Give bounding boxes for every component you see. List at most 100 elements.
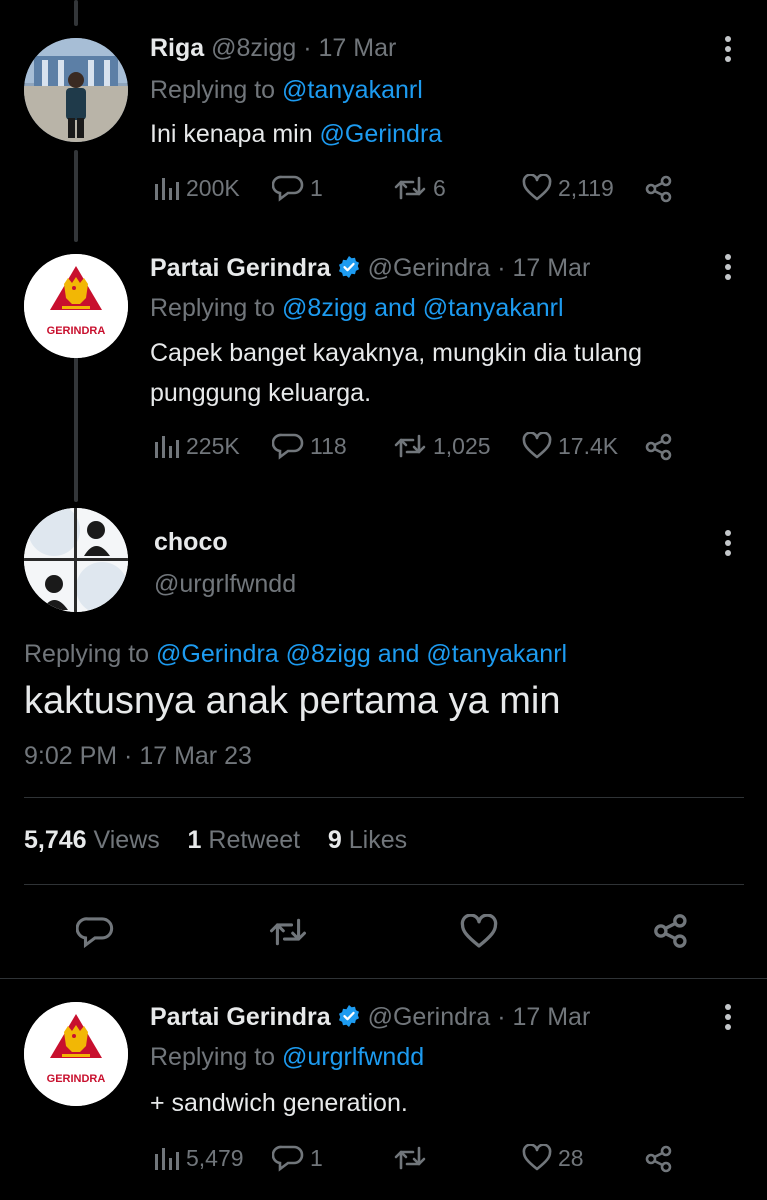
retweet-button[interactable] (393, 1144, 427, 1172)
likes-stat-count: 9 (327, 826, 342, 854)
tweet-text: + sandwich generation. (150, 1089, 408, 1117)
views-stat-label: Views (86, 826, 160, 854)
engagement-stats: 5,746 Views 1 Retweet 9 Likes (24, 826, 407, 855)
main-share-button[interactable] (652, 912, 690, 950)
thread-line-top (74, 0, 78, 26)
avatar-riga[interactable] (24, 38, 128, 142)
tweet-date[interactable]: · 17 Mar (303, 34, 396, 62)
avatar-gerindra[interactable]: GERINDRA (24, 1002, 128, 1106)
like-button[interactable]: 28 (522, 1144, 584, 1172)
like-button[interactable]: 17.4K (522, 432, 618, 460)
heart-icon (522, 174, 552, 201)
retweets-stat[interactable]: 1 Retweet (188, 826, 301, 854)
main-retweet-button[interactable] (268, 914, 308, 950)
heart-icon (522, 1144, 552, 1171)
replying-prefix: Replying to (150, 1043, 283, 1071)
share-button[interactable] (644, 1144, 674, 1174)
more-options-icon[interactable] (718, 252, 738, 282)
reply-count: 1 (310, 1144, 323, 1171)
divider (0, 978, 767, 979)
reply-button[interactable]: 1 (272, 1144, 323, 1172)
replying-to-link[interactable]: @tanyakanrl (282, 76, 423, 104)
views-count: 200K (186, 174, 240, 201)
main-tweet-text: kaktusnya anak pertama ya min (24, 680, 561, 722)
views-count: 5,479 (186, 1144, 244, 1171)
logo-text: GERINDRA (47, 1073, 106, 1085)
share-button[interactable] (644, 174, 674, 204)
replying-to: Replying to @8zigg and @tanyakanrl (150, 294, 564, 323)
reply-count: 118 (310, 432, 347, 459)
like-count: 28 (558, 1144, 584, 1171)
author-name[interactable]: Partai Gerindra (150, 1003, 331, 1031)
retweets-stat-count: 1 (187, 826, 202, 854)
retweet-count: 1,025 (433, 432, 491, 459)
views-icon (155, 1148, 179, 1170)
thread-line-1 (74, 150, 78, 242)
reply-button[interactable]: 118 (272, 432, 347, 460)
views-button[interactable]: 225K (152, 432, 240, 460)
main-author-name-wrap: choco (154, 528, 228, 557)
share-icon (645, 175, 672, 203)
mention-link[interactable]: @Gerindra (320, 120, 443, 148)
views-stat-count: 5,746 (24, 826, 87, 854)
views-icon (155, 436, 179, 458)
replying-to-link[interactable]: @urgrlfwndd (282, 1043, 424, 1071)
retweet-button[interactable]: 6 (393, 174, 446, 202)
author-handle[interactable]: @Gerindra (368, 254, 491, 282)
retweet-icon (394, 434, 426, 458)
like-button[interactable]: 2,119 (522, 174, 614, 202)
more-options-icon[interactable] (718, 528, 738, 558)
share-button[interactable] (644, 432, 674, 462)
retweet-icon (394, 176, 426, 200)
views-stat[interactable]: 5,746 Views (24, 826, 160, 854)
main-tweet-timestamp[interactable]: 9:02 PM · 17 Mar 23 (24, 742, 252, 771)
verified-badge-icon (338, 256, 359, 278)
heart-icon (522, 432, 552, 459)
reply-icon (272, 1145, 304, 1172)
tweet-gerindra-1-header: Partai Gerindra @Gerindra · 17 Mar (150, 254, 590, 283)
avatar-gerindra[interactable]: GERINDRA (24, 254, 128, 358)
verified-badge-icon (338, 1005, 359, 1027)
retweet-button[interactable]: 1,025 (393, 432, 491, 460)
replying-prefix: Replying to (150, 76, 283, 104)
divider (24, 884, 744, 885)
tweet-text: Capek banget kayaknya, mungkin dia tulan… (150, 333, 642, 413)
share-icon (645, 1145, 672, 1173)
more-options-icon[interactable] (718, 1002, 738, 1032)
tweet-date[interactable]: · 17 Mar (497, 254, 590, 282)
share-icon (645, 433, 672, 461)
author-name[interactable]: Partai Gerindra (150, 254, 331, 282)
reply-button[interactable]: 1 (272, 174, 323, 202)
retweet-count: 6 (433, 174, 446, 201)
reply-icon (76, 917, 114, 949)
author-name[interactable]: choco (154, 528, 228, 556)
replying-to: Replying to @urgrlfwndd (150, 1043, 424, 1072)
divider (24, 797, 744, 798)
author-name[interactable]: Riga (150, 34, 204, 62)
views-button[interactable]: 5,479 (152, 1144, 244, 1172)
tweet-text-line2: punggung keluarga. (150, 379, 372, 407)
replying-to-link[interactable]: @8zigg and @tanyakanrl (282, 294, 563, 322)
likes-stat[interactable]: 9 Likes (328, 826, 407, 854)
views-button[interactable]: 200K (152, 174, 240, 202)
tweet-riga-header: Riga @8zigg · 17 Mar (150, 34, 396, 63)
retweets-stat-label: Retweet (201, 826, 301, 854)
reply-count: 1 (310, 174, 323, 201)
replying-to-link[interactable]: @Gerindra @8zigg and @tanyakanrl (156, 640, 567, 668)
avatar-choco[interactable] (24, 508, 128, 612)
heart-icon (460, 914, 498, 948)
tweet-date[interactable]: · 17 Mar (497, 1003, 590, 1031)
main-author-handle-wrap: @urgrlfwndd (154, 570, 296, 599)
reply-icon (272, 175, 304, 202)
more-options-icon[interactable] (718, 34, 738, 64)
replying-prefix: Replying to (150, 294, 283, 322)
main-reply-button[interactable] (76, 914, 114, 950)
author-handle[interactable]: @8zigg (211, 34, 296, 62)
author-handle[interactable]: @Gerindra (368, 1003, 491, 1031)
author-handle[interactable]: @urgrlfwndd (154, 570, 296, 598)
share-icon (654, 914, 687, 948)
replying-to: Replying to @tanyakanrl (150, 76, 423, 105)
replying-prefix: Replying to (24, 640, 157, 668)
like-count: 17.4K (558, 432, 619, 459)
main-like-button[interactable] (460, 914, 498, 950)
